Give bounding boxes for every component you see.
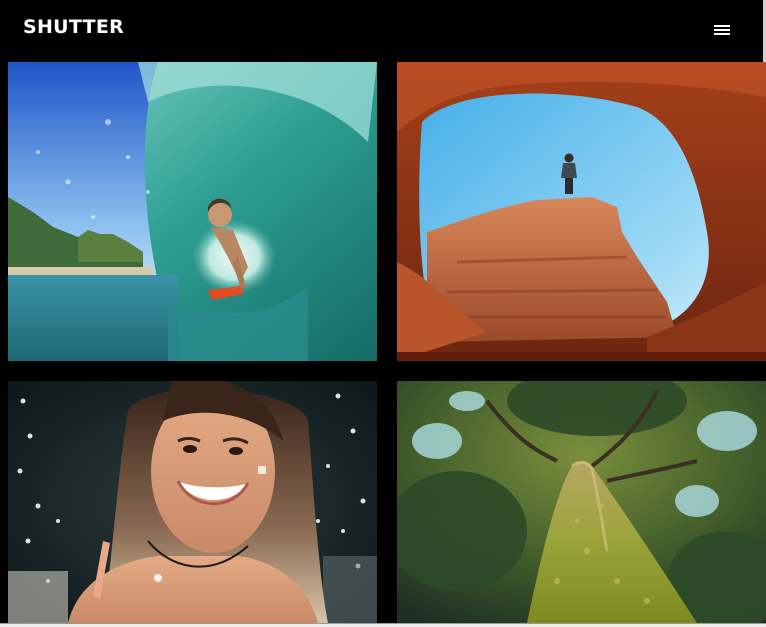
page: SHUTTER (0, 0, 766, 627)
hamburger-menu-icon[interactable] (710, 20, 734, 40)
window-bottom-edge (0, 623, 766, 627)
gallery-photo-portrait[interactable] (8, 381, 377, 623)
gallery-photo-surfer[interactable] (8, 62, 377, 361)
gallery-photo-rock-arch[interactable] (397, 62, 766, 361)
brand-logo-text[interactable]: SHUTTER (23, 16, 124, 38)
top-nav-bar: SHUTTER (0, 0, 766, 62)
gallery-photo-tree[interactable] (397, 381, 766, 623)
